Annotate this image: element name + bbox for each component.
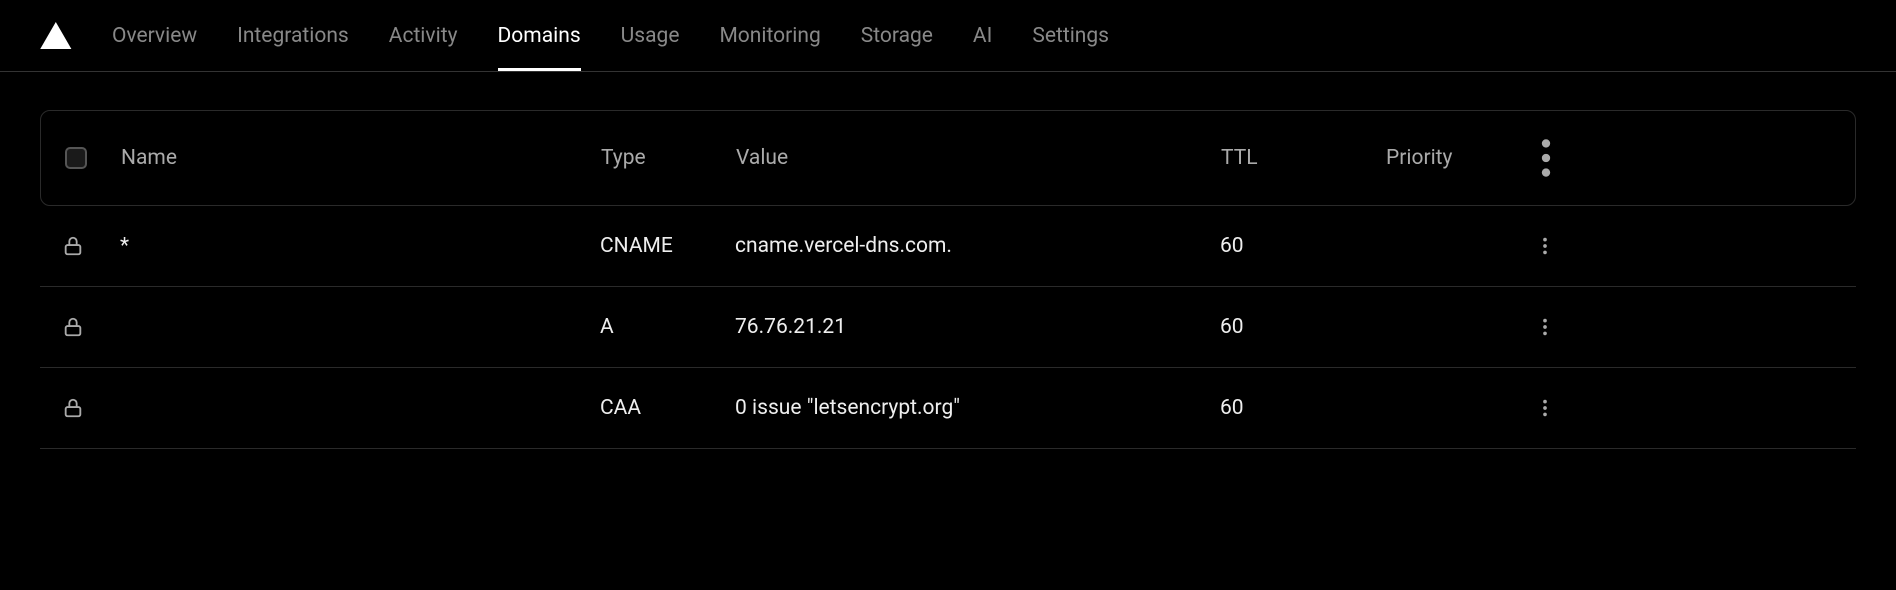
nav-overview[interactable]: Overview xyxy=(112,0,197,71)
table-header: Name Type Value TTL Priority xyxy=(40,110,1856,206)
row-type: CNAME xyxy=(600,234,735,258)
content: Name Type Value TTL Priority * CNAME cna… xyxy=(0,72,1896,449)
nav: Overview Integrations Activity Domains U… xyxy=(112,0,1109,71)
header-value: Value xyxy=(736,146,1221,170)
logo-icon[interactable] xyxy=(40,20,72,52)
nav-domains[interactable]: Domains xyxy=(498,0,581,71)
row-more-icon[interactable] xyxy=(1520,397,1570,419)
table-row: A 76.76.21.21 60 xyxy=(40,287,1856,368)
table-row: CAA 0 issue "letsencrypt.org" 60 xyxy=(40,368,1856,449)
row-type: A xyxy=(600,315,735,339)
header-more-icon[interactable] xyxy=(1521,133,1571,183)
lock-icon xyxy=(62,397,120,419)
nav-integrations[interactable]: Integrations xyxy=(237,0,349,71)
row-name: * xyxy=(120,234,600,258)
nav-settings[interactable]: Settings xyxy=(1032,0,1109,71)
select-all-checkbox[interactable] xyxy=(65,147,87,169)
row-value: cname.vercel-dns.com. xyxy=(735,234,1220,258)
row-ttl: 60 xyxy=(1220,234,1385,258)
header-ttl: TTL xyxy=(1221,146,1386,170)
row-value: 0 issue "letsencrypt.org" xyxy=(735,396,1220,420)
nav-usage[interactable]: Usage xyxy=(621,0,680,71)
row-ttl: 60 xyxy=(1220,396,1385,420)
lock-icon xyxy=(62,235,120,257)
dns-table: Name Type Value TTL Priority * CNAME cna… xyxy=(40,110,1856,449)
header-checkbox-cell xyxy=(61,147,121,169)
nav-monitoring[interactable]: Monitoring xyxy=(719,0,820,71)
row-value: 76.76.21.21 xyxy=(735,315,1220,339)
row-ttl: 60 xyxy=(1220,315,1385,339)
header: Overview Integrations Activity Domains U… xyxy=(0,0,1896,72)
row-type: CAA xyxy=(600,396,735,420)
row-more-icon[interactable] xyxy=(1520,235,1570,257)
header-type: Type xyxy=(601,146,736,170)
header-name: Name xyxy=(121,146,601,170)
row-more-icon[interactable] xyxy=(1520,316,1570,338)
nav-storage[interactable]: Storage xyxy=(861,0,933,71)
nav-activity[interactable]: Activity xyxy=(389,0,458,71)
nav-ai[interactable]: AI xyxy=(973,0,992,71)
table-row: * CNAME cname.vercel-dns.com. 60 xyxy=(40,206,1856,287)
lock-icon xyxy=(62,316,120,338)
header-priority: Priority xyxy=(1386,146,1521,170)
